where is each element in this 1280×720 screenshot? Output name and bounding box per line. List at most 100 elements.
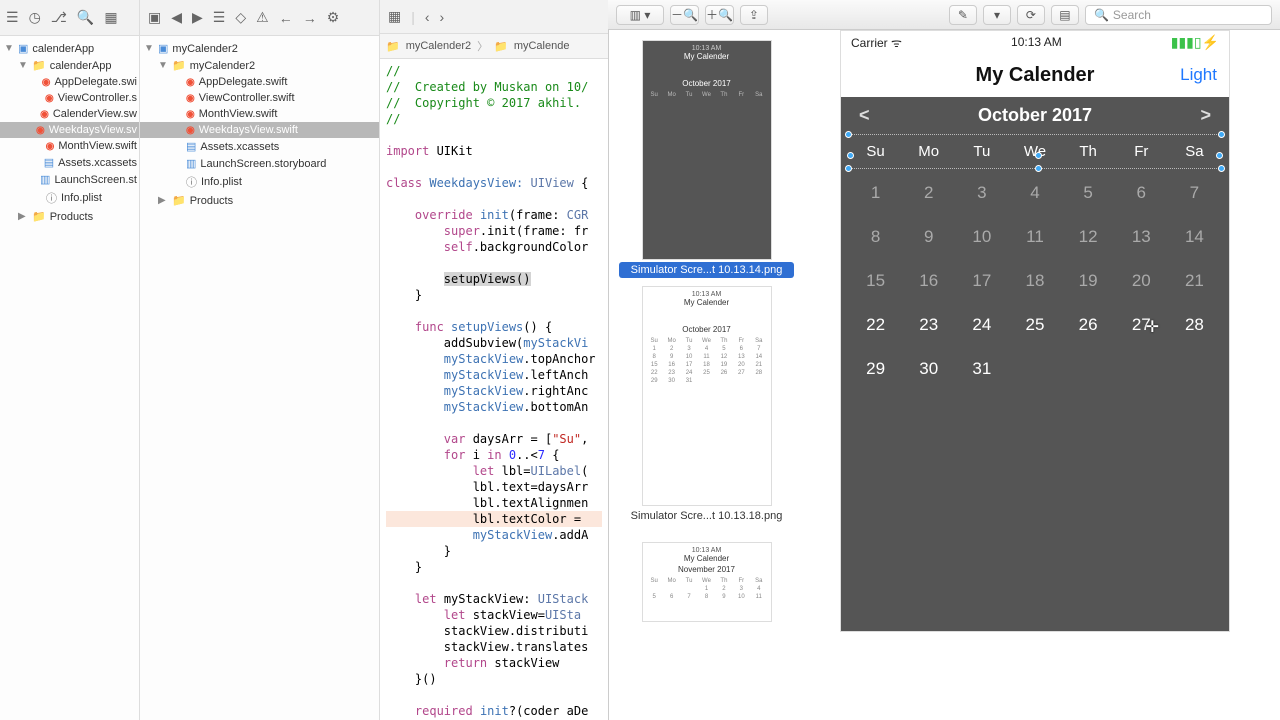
zoom-in-button[interactable]: ＋🔍 bbox=[705, 5, 734, 25]
tree-item[interactable]: ▶📁Products bbox=[0, 208, 139, 225]
back-icon[interactable]: ‹ bbox=[425, 9, 430, 25]
zoom-out-button[interactable]: －🔍 bbox=[670, 5, 699, 25]
tree-item-label: Info.plist bbox=[201, 176, 242, 188]
day-cell[interactable]: 23 bbox=[902, 315, 955, 335]
day-cell[interactable]: 17 bbox=[955, 271, 1008, 291]
tree-item[interactable]: ◉CalenderView.sw bbox=[0, 106, 139, 122]
tree-item[interactable]: ▥LaunchScreen.storyboard bbox=[140, 155, 379, 172]
sidebar-toggle-button[interactable]: ▥ ▾ bbox=[616, 5, 664, 25]
day-cell[interactable]: 21 bbox=[1168, 271, 1221, 291]
tree-item[interactable]: ▶📁Products bbox=[140, 192, 379, 209]
crumb-1[interactable]: myCalender2 bbox=[406, 40, 471, 52]
next-month-button[interactable]: > bbox=[1200, 105, 1211, 126]
day-cell[interactable]: 6 bbox=[1115, 183, 1168, 203]
tree-item[interactable]: ⓘInfo.plist bbox=[140, 172, 379, 192]
tree-item[interactable]: ▥LaunchScreen.st bbox=[0, 171, 139, 188]
day-cell[interactable]: 25 bbox=[1008, 315, 1061, 335]
edit-dropdown[interactable]: ▾ bbox=[983, 5, 1011, 25]
day-cell[interactable]: 22 bbox=[849, 315, 902, 335]
day-cell[interactable]: 2 bbox=[902, 183, 955, 203]
clock-icon[interactable]: ◷ bbox=[29, 9, 41, 26]
breadcrumb[interactable]: 📁 myCalender2 〉 📁 myCalende bbox=[380, 34, 608, 59]
search-icon[interactable]: 🔍 bbox=[77, 9, 94, 26]
tree-item-label: WeekdaysView.sv bbox=[49, 124, 137, 136]
left-arrow-icon[interactable]: ← bbox=[279, 10, 293, 26]
right-arrow-icon[interactable]: → bbox=[303, 10, 317, 26]
fwd-icon[interactable]: › bbox=[440, 9, 445, 25]
tree-item[interactable]: ▼▣calenderApp bbox=[0, 40, 139, 57]
day-cell[interactable]: 3 bbox=[955, 183, 1008, 203]
tree-item[interactable]: ▼📁calenderApp bbox=[0, 57, 139, 74]
hier-icon[interactable]: ☰ bbox=[213, 9, 226, 26]
grid-icon[interactable]: ▦ bbox=[388, 8, 401, 25]
tree-item[interactable]: ▼▣myCalender2 bbox=[140, 40, 379, 57]
grid-icon[interactable]: ▦ bbox=[104, 9, 117, 26]
fwd-icon[interactable]: ▶ bbox=[192, 9, 203, 26]
day-cell[interactable]: 24 bbox=[955, 315, 1008, 335]
day-cell[interactable]: 8 bbox=[849, 227, 902, 247]
folder-icon[interactable]: ▣ bbox=[148, 9, 161, 26]
day-cell[interactable]: 18 bbox=[1008, 271, 1061, 291]
thumb-label[interactable]: Simulator Scre...t 10.13.18.png bbox=[613, 508, 800, 530]
rotate-button[interactable]: ⟳ bbox=[1017, 5, 1045, 25]
tree-item[interactable]: ▼📁myCalender2 bbox=[140, 57, 379, 74]
tree-item-label: AppDelegate.swi bbox=[54, 76, 137, 88]
tree-item[interactable]: ◉ViewController.swift bbox=[140, 90, 379, 106]
crumb-2[interactable]: myCalende bbox=[514, 40, 570, 52]
edit-button[interactable]: ✎ bbox=[949, 5, 977, 25]
nav-icon[interactable]: ☰ bbox=[6, 9, 19, 26]
thumbnail-dark[interactable]: 10:13 AM My Calender October 2017 SuMoTu… bbox=[642, 40, 772, 260]
tree-item[interactable]: ▤Assets.xcassets bbox=[140, 138, 379, 155]
day-cell[interactable]: 28 bbox=[1168, 315, 1221, 335]
day-cell[interactable]: 16 bbox=[902, 271, 955, 291]
back-icon[interactable]: ◀ bbox=[171, 9, 182, 26]
day-cell[interactable]: 7 bbox=[1168, 183, 1221, 203]
tree-item[interactable]: ▤Assets.xcassets bbox=[0, 154, 139, 171]
tree-item[interactable]: ◉ViewController.s bbox=[0, 90, 139, 106]
day-cell[interactable]: 27 bbox=[1115, 315, 1168, 335]
day-cell[interactable]: 10 bbox=[955, 227, 1008, 247]
diamond-icon[interactable]: ◇ bbox=[235, 9, 246, 26]
source-icon[interactable]: ⎇ bbox=[51, 9, 67, 26]
search-input[interactable]: 🔍 Search bbox=[1085, 5, 1272, 25]
day-cell[interactable]: 11 bbox=[1008, 227, 1061, 247]
markup-button[interactable]: ▤ bbox=[1051, 5, 1079, 25]
warn-icon[interactable]: ⚠ bbox=[256, 9, 269, 26]
wifi-icon: ᯤ bbox=[891, 36, 902, 50]
day-cell[interactable]: 12 bbox=[1062, 227, 1115, 247]
day-cell[interactable]: 9 bbox=[902, 227, 955, 247]
thumbnail-light-2[interactable]: 10:13 AM My Calender November 2017 SuMoT… bbox=[642, 542, 772, 622]
tree-item[interactable]: ◉MonthView.swift bbox=[140, 106, 379, 122]
project-tree-left[interactable]: ▼▣calenderApp▼📁calenderApp◉AppDelegate.s… bbox=[0, 36, 139, 229]
day-cell[interactable]: 31 bbox=[955, 359, 1008, 379]
project-tree-mid[interactable]: ▼▣myCalender2▼📁myCalender2◉AppDelegate.s… bbox=[140, 36, 379, 213]
tree-item-label: Products bbox=[190, 195, 233, 207]
day-cell[interactable]: 13 bbox=[1115, 227, 1168, 247]
tree-item[interactable]: ◉AppDelegate.swift bbox=[140, 74, 379, 90]
day-cell[interactable]: 29 bbox=[849, 359, 902, 379]
tree-item[interactable]: ⓘInfo.plist bbox=[0, 188, 139, 208]
day-cell[interactable]: 4 bbox=[1008, 183, 1061, 203]
day-cell[interactable]: 1 bbox=[849, 183, 902, 203]
theme-button[interactable]: Light bbox=[1180, 65, 1217, 85]
tree-item[interactable]: ◉AppDelegate.swi bbox=[0, 74, 139, 90]
tree-item[interactable]: ◉WeekdaysView.sv bbox=[0, 122, 139, 138]
folder-icon: 📁 bbox=[386, 40, 400, 53]
tree-item[interactable]: ◉WeekdaysView.swift bbox=[140, 122, 379, 138]
prev-month-button[interactable]: < bbox=[859, 105, 870, 126]
code-toolbar: ▦ | ‹ › bbox=[380, 0, 608, 34]
day-cell[interactable]: 19 bbox=[1062, 271, 1115, 291]
day-cell[interactable]: 14 bbox=[1168, 227, 1221, 247]
day-cell[interactable]: 20 bbox=[1115, 271, 1168, 291]
thumbnail-light[interactable]: 10:13 AM My Calender October 2017 SuMoTu… bbox=[642, 286, 772, 506]
day-cell[interactable]: 30 bbox=[902, 359, 955, 379]
code-editor[interactable]: //// Created by Muskan on 10/// Copyrigh… bbox=[380, 59, 608, 720]
thumb-label-selected[interactable]: Simulator Scre...t 10.13.14.png bbox=[619, 262, 794, 278]
day-cell[interactable]: 26 bbox=[1062, 315, 1115, 335]
day-cell[interactable]: 15 bbox=[849, 271, 902, 291]
tree-item[interactable]: ◉MonthView.swift bbox=[0, 138, 139, 154]
share-button[interactable]: ⇪ bbox=[740, 5, 768, 25]
tree-item-label: Assets.xcassets bbox=[58, 157, 137, 169]
gear-icon[interactable]: ⚙ bbox=[327, 9, 340, 26]
day-cell[interactable]: 5 bbox=[1062, 183, 1115, 203]
